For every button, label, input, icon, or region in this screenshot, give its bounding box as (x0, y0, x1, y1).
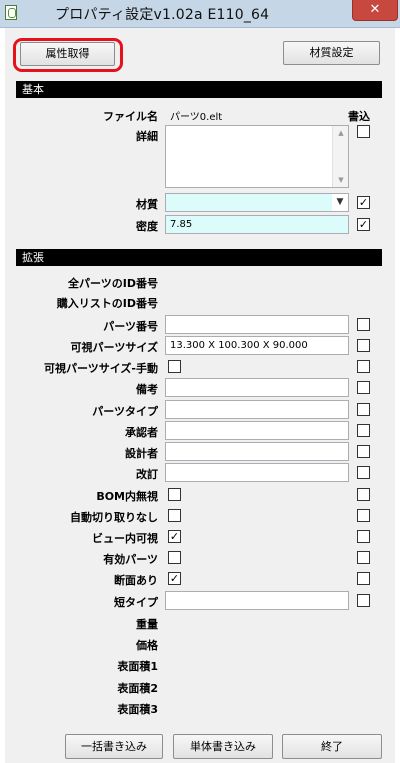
file-name-label: ファイル名 (103, 110, 158, 123)
part-type-write-checkbox[interactable] (357, 403, 370, 416)
material-write-checkbox[interactable]: ✓ (357, 196, 370, 209)
finish-button[interactable]: 終了 (282, 734, 382, 759)
part-type-label: パーツタイプ (92, 405, 158, 418)
has-section-write-checkbox[interactable] (357, 572, 370, 585)
all-parts-id-label: 全パーツのID番号 (67, 277, 158, 290)
part-number-write-checkbox[interactable] (357, 318, 370, 331)
purchase-list-id-label: 購入リストのID番号 (56, 297, 158, 310)
scroll-down-icon[interactable]: ▼ (333, 174, 349, 186)
detail-write-checkbox[interactable] (357, 125, 370, 138)
short-type-input[interactable] (165, 591, 349, 610)
dialog-body: 属性取得 材質設定 基本 ファイル名 パーツ0.elt 書込 詳細 ▲ ▼ 材質… (5, 28, 395, 763)
bom-ignore-label: BOM内無視 (96, 490, 158, 503)
view-visible-checkbox[interactable]: ✓ (168, 530, 181, 543)
material-settings-button[interactable]: 材質設定 (283, 41, 380, 65)
part-number-label: パーツ番号 (103, 320, 158, 333)
close-button[interactable]: ✕ (352, 0, 398, 21)
no-auto-cut-write-checkbox[interactable] (357, 509, 370, 522)
surface-area2-label: 表面積2 (117, 682, 158, 695)
no-auto-cut-checkbox[interactable] (168, 509, 181, 522)
part-type-input[interactable] (165, 400, 349, 419)
single-write-button[interactable]: 単体書き込み (173, 734, 273, 759)
visible-size-manual-checkbox[interactable] (168, 360, 181, 373)
revision-input[interactable] (165, 463, 349, 482)
has-section-label: 断面あり (114, 574, 158, 587)
bom-ignore-write-checkbox[interactable] (357, 488, 370, 501)
detail-label: 詳細 (136, 130, 158, 143)
revision-label: 改訂 (136, 468, 158, 481)
revision-write-checkbox[interactable] (357, 466, 370, 479)
valid-part-label: 有効パーツ (103, 553, 158, 566)
remarks-write-checkbox[interactable] (357, 381, 370, 394)
approver-input[interactable] (165, 421, 349, 440)
bom-ignore-checkbox[interactable] (168, 488, 181, 501)
write-column-label: 書込 (348, 110, 370, 123)
no-auto-cut-label: 自動切り取りなし (70, 511, 158, 524)
designer-label: 設計者 (125, 447, 158, 460)
batch-write-button[interactable]: 一括書き込み (65, 734, 163, 759)
approver-label: 承認者 (125, 426, 158, 439)
section-header-basic: 基本 (16, 81, 382, 98)
app-icon (5, 5, 17, 20)
file-name-value: パーツ0.elt (170, 112, 223, 123)
visible-size-input[interactable]: 13.300 X 100.300 X 90.000 (165, 336, 349, 355)
price-label: 価格 (136, 639, 158, 652)
approver-write-checkbox[interactable] (357, 424, 370, 437)
get-attributes-button[interactable]: 属性取得 (20, 42, 115, 66)
material-label: 材質 (136, 198, 158, 211)
view-visible-write-checkbox[interactable] (357, 530, 370, 543)
designer-input[interactable] (165, 442, 349, 461)
remarks-input[interactable] (165, 378, 349, 397)
valid-part-write-checkbox[interactable] (357, 551, 370, 564)
scroll-up-icon[interactable]: ▲ (333, 127, 349, 139)
short-type-write-checkbox[interactable] (357, 594, 370, 607)
remarks-label: 備考 (136, 383, 158, 396)
visible-size-manual-write-checkbox[interactable] (357, 360, 370, 373)
designer-write-checkbox[interactable] (357, 445, 370, 458)
window-title: プロパティ設定v1.02a E110_64 (55, 7, 270, 23)
valid-part-checkbox[interactable] (168, 551, 181, 564)
density-label: 密度 (136, 220, 158, 233)
part-number-input[interactable] (165, 315, 349, 334)
has-section-checkbox[interactable]: ✓ (168, 572, 181, 585)
surface-area3-label: 表面積3 (117, 703, 158, 716)
visible-size-manual-label: 可視パーツサイズ-手動 (43, 362, 158, 375)
view-visible-label: ビュー内可視 (92, 532, 158, 545)
detail-textarea[interactable]: ▲ ▼ (165, 125, 349, 188)
density-input[interactable]: 7.85 (165, 215, 349, 234)
visible-size-label: 可視パーツサイズ (70, 341, 158, 354)
detail-scrollbar[interactable]: ▲ ▼ (332, 126, 348, 187)
material-select[interactable]: ▼ (165, 193, 349, 212)
visible-size-write-checkbox[interactable] (357, 339, 370, 352)
section-header-extended: 拡張 (16, 249, 382, 266)
chevron-down-icon[interactable]: ▼ (332, 194, 348, 211)
weight-label: 重量 (136, 618, 158, 631)
short-type-label: 短タイプ (114, 596, 158, 609)
title-bar: プロパティ設定v1.02a E110_64 ✕ (0, 0, 400, 28)
surface-area1-label: 表面積1 (117, 660, 158, 673)
density-write-checkbox[interactable]: ✓ (357, 218, 370, 231)
